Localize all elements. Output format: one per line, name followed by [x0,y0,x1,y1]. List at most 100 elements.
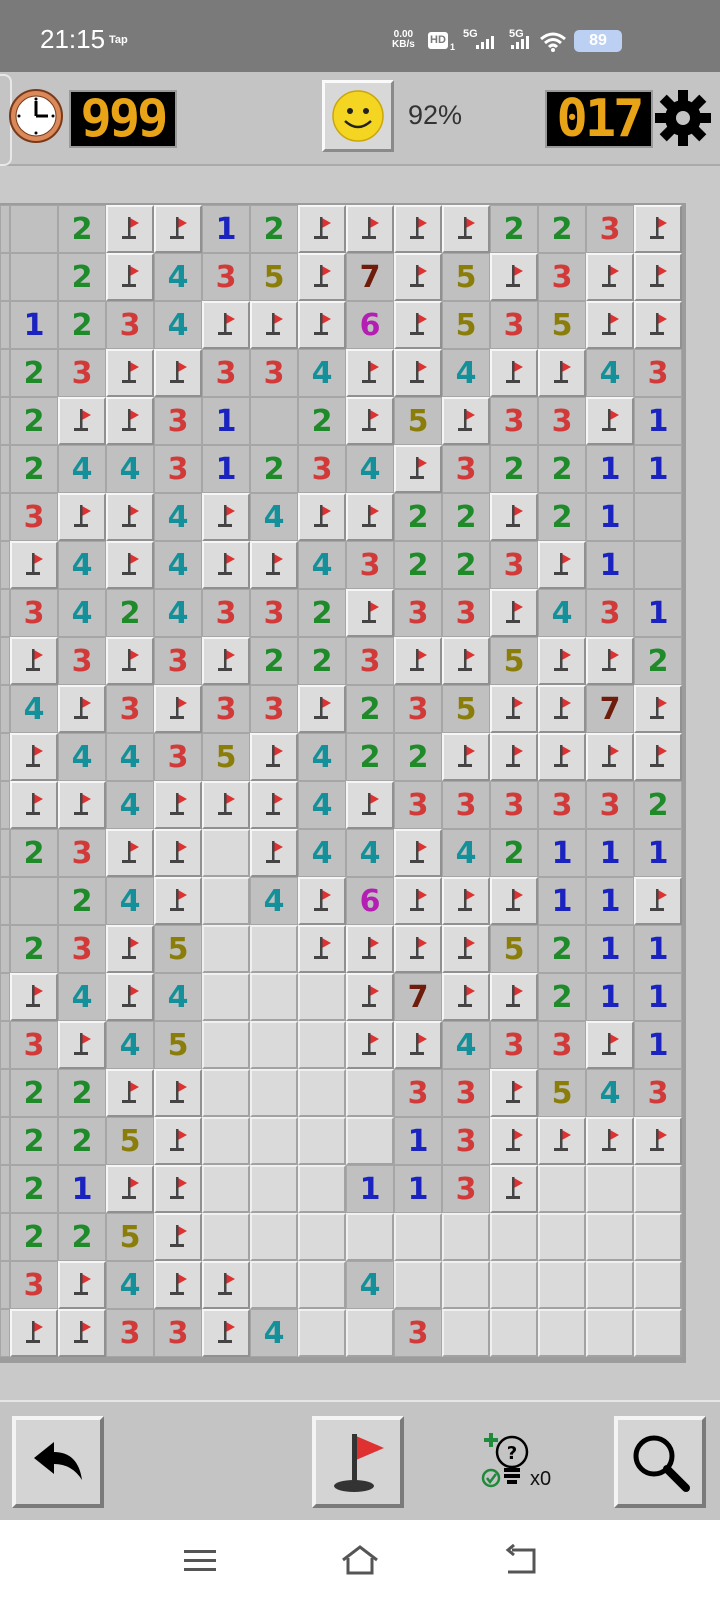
number-cell[interactable]: 3 [10,1261,58,1309]
number-cell[interactable]: 4 [106,1021,154,1069]
flagged-cell[interactable] [490,1117,538,1165]
flagged-cell[interactable] [538,1117,586,1165]
number-cell[interactable]: 3 [442,589,490,637]
number-cell[interactable]: 2 [538,925,586,973]
number-cell[interactable]: 5 [538,301,586,349]
gear-icon[interactable] [653,88,713,148]
number-cell[interactable]: 3 [106,685,154,733]
number-cell[interactable]: 4 [106,877,154,925]
covered-cell[interactable] [250,1021,298,1069]
number-cell[interactable]: 1 [634,589,682,637]
number-cell[interactable]: 2 [442,541,490,589]
menu-icon[interactable] [184,1548,216,1574]
flagged-cell[interactable] [490,1165,538,1213]
number-cell[interactable]: 1 [586,829,634,877]
covered-cell[interactable] [298,1165,346,1213]
covered-cell[interactable] [586,1261,634,1309]
number-cell[interactable]: 3 [394,685,442,733]
covered-cell[interactable] [442,1309,490,1357]
number-cell[interactable]: 2 [298,397,346,445]
covered-cell[interactable] [634,1261,682,1309]
flagged-cell[interactable] [634,877,682,925]
flagged-cell[interactable] [346,493,394,541]
flagged-cell[interactable] [490,685,538,733]
number-cell[interactable]: 4 [250,1309,298,1357]
number-cell[interactable]: 4 [586,349,634,397]
covered-cell[interactable] [202,1213,250,1261]
number-cell[interactable]: 2 [10,445,58,493]
flagged-cell[interactable] [346,973,394,1021]
number-cell[interactable]: 2 [394,733,442,781]
flagged-cell[interactable] [634,253,682,301]
number-cell[interactable]: 4 [250,877,298,925]
number-cell[interactable]: 3 [394,589,442,637]
covered-cell[interactable] [298,1069,346,1117]
number-cell[interactable]: 3 [250,349,298,397]
number-cell[interactable]: 3 [106,301,154,349]
covered-cell[interactable] [298,973,346,1021]
number-cell[interactable]: 2 [634,637,682,685]
flagged-cell[interactable] [394,925,442,973]
flagged-cell[interactable] [394,301,442,349]
number-cell[interactable]: 4 [346,829,394,877]
flagged-cell[interactable] [106,973,154,1021]
number-cell[interactable]: 3 [586,781,634,829]
flag-mode-button[interactable] [312,1416,404,1508]
number-cell[interactable]: 2 [634,781,682,829]
number-cell[interactable]: 7 [346,253,394,301]
flagged-cell[interactable] [106,829,154,877]
hint-button[interactable]: ? x0 [480,1430,570,1494]
number-cell[interactable]: 4 [106,781,154,829]
number-cell[interactable]: 4 [154,301,202,349]
flagged-cell[interactable] [586,253,634,301]
flagged-cell[interactable] [346,1021,394,1069]
number-cell[interactable]: 5 [394,397,442,445]
number-cell[interactable]: 3 [586,205,634,253]
flagged-cell[interactable] [346,349,394,397]
covered-cell[interactable] [634,1165,682,1213]
number-cell[interactable]: 2 [250,637,298,685]
number-cell[interactable]: 1 [586,493,634,541]
number-cell[interactable]: 4 [106,733,154,781]
flagged-cell[interactable] [394,445,442,493]
flagged-cell[interactable] [394,877,442,925]
number-cell[interactable]: 3 [154,397,202,445]
flagged-cell[interactable] [346,589,394,637]
number-cell[interactable]: 1 [586,973,634,1021]
flagged-cell[interactable] [346,925,394,973]
new-game-button[interactable] [322,80,394,152]
number-cell[interactable]: 2 [442,493,490,541]
covered-cell[interactable] [538,1165,586,1213]
covered-cell[interactable] [634,1309,682,1357]
flagged-cell[interactable] [250,829,298,877]
number-cell[interactable]: 4 [586,1069,634,1117]
covered-cell[interactable] [250,1069,298,1117]
number-cell[interactable]: 5 [250,253,298,301]
flagged-cell[interactable] [154,1117,202,1165]
number-cell[interactable]: 2 [58,877,106,925]
covered-cell[interactable] [442,1261,490,1309]
flagged-cell[interactable] [154,877,202,925]
number-cell[interactable]: 2 [490,205,538,253]
number-cell[interactable]: 1 [346,1165,394,1213]
flagged-cell[interactable] [490,973,538,1021]
number-cell[interactable]: 4 [154,973,202,1021]
number-cell[interactable]: 2 [394,541,442,589]
flagged-cell[interactable] [202,781,250,829]
flagged-cell[interactable] [106,397,154,445]
home-icon[interactable] [340,1544,380,1576]
flagged-cell[interactable] [10,541,58,589]
flagged-cell[interactable] [442,925,490,973]
flagged-cell[interactable] [346,397,394,445]
number-cell[interactable]: 5 [490,925,538,973]
flagged-cell[interactable] [202,493,250,541]
number-cell[interactable]: 4 [106,445,154,493]
number-cell[interactable]: 4 [154,589,202,637]
covered-cell[interactable] [202,1165,250,1213]
number-cell[interactable]: 1 [634,829,682,877]
flagged-cell[interactable] [490,733,538,781]
number-cell[interactable]: 4 [298,781,346,829]
covered-cell[interactable] [202,1117,250,1165]
flagged-cell[interactable] [154,1261,202,1309]
flagged-cell[interactable] [634,301,682,349]
